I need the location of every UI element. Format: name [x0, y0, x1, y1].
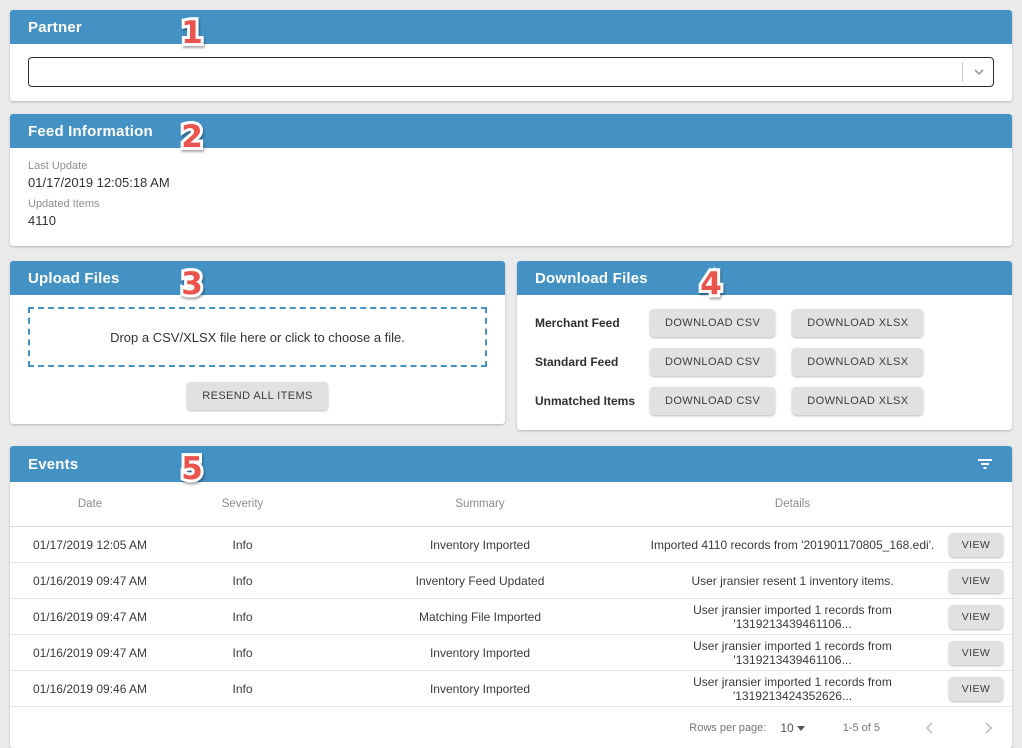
file-dropzone[interactable]: Drop a CSV/XLSX file here or click to ch…: [28, 307, 487, 367]
view-button[interactable]: VIEW: [949, 533, 1003, 557]
rows-per-page-select[interactable]: 10: [780, 721, 804, 735]
unmatched-items-download-csv-button[interactable]: DOWNLOAD CSV: [650, 387, 775, 415]
partner-panel: Partner 1: [10, 10, 1012, 101]
resend-all-items-button[interactable]: RESEND ALL ITEMS: [187, 382, 328, 410]
merchant-feed-download-csv-button[interactable]: DOWNLOAD CSV: [650, 309, 775, 337]
column-header-summary: Summary: [315, 498, 645, 510]
event-severity: Info: [170, 610, 315, 624]
event-date: 01/17/2019 12:05 AM: [10, 538, 170, 552]
column-header-severity: Severity: [170, 498, 315, 510]
partner-combobox-input[interactable]: [39, 65, 962, 80]
upload-files-title: Upload Files: [28, 270, 120, 287]
event-details: User jransier resent 1 inventory items.: [645, 574, 940, 588]
last-update-label: Last Update: [28, 160, 994, 172]
event-date: 01/16/2019 09:47 AM: [10, 646, 170, 660]
event-summary: Inventory Imported: [315, 538, 645, 552]
event-date: 01/16/2019 09:47 AM: [10, 610, 170, 624]
last-update-value: 01/17/2019 12:05:18 AM: [28, 175, 994, 190]
previous-page-icon[interactable]: [922, 720, 938, 736]
partner-panel-header: Partner 1: [10, 10, 1012, 44]
event-details: User jransier imported 1 records from '1…: [645, 675, 940, 703]
merchant-feed-download-xlsx-button[interactable]: DOWNLOAD XLSX: [792, 309, 923, 337]
events-panel: Events 5 Date Severity Summary Details 0…: [10, 446, 1012, 748]
feed-information-title: Feed Information: [28, 123, 153, 140]
view-button[interactable]: VIEW: [949, 677, 1003, 701]
event-severity: Info: [170, 574, 315, 588]
rows-per-page-label: Rows per page:: [689, 722, 766, 734]
download-files-panel: Download Files 4 Merchant Feed DOWNLOAD …: [517, 261, 1012, 430]
download-row-standard-feed: Standard Feed DOWNLOAD CSV DOWNLOAD XLSX: [535, 342, 994, 381]
caret-down-icon: [797, 726, 805, 731]
event-details: Imported 4110 records from '201901170805…: [645, 538, 940, 552]
event-severity: Info: [170, 682, 315, 696]
table-row: 01/17/2019 12:05 AM Info Inventory Impor…: [10, 527, 1012, 563]
event-details: User jransier imported 1 records from '1…: [645, 639, 940, 667]
updated-items-label: Updated Items: [28, 198, 994, 210]
standard-feed-label: Standard Feed: [535, 355, 650, 369]
standard-feed-download-xlsx-button[interactable]: DOWNLOAD XLSX: [792, 348, 923, 376]
events-title: Events: [28, 456, 78, 473]
feed-information-panel: Feed Information 2 Last Update 01/17/201…: [10, 114, 1012, 246]
feed-information-body: Last Update 01/17/2019 12:05:18 AM Updat…: [10, 148, 1012, 246]
download-files-header: Download Files 4: [517, 261, 1012, 295]
view-button[interactable]: VIEW: [949, 605, 1003, 629]
event-date: 01/16/2019 09:46 AM: [10, 682, 170, 696]
updated-items-value: 4110: [28, 213, 994, 228]
dropzone-text: Drop a CSV/XLSX file here or click to ch…: [110, 330, 405, 345]
event-summary: Inventory Feed Updated: [315, 574, 645, 588]
pagination-range: 1-5 of 5: [843, 722, 880, 734]
partner-panel-title: Partner: [28, 19, 82, 36]
column-header-date: Date: [10, 498, 170, 510]
table-row: 01/16/2019 09:47 AM Info Inventory Feed …: [10, 563, 1012, 599]
combobox-divider: [962, 62, 963, 82]
download-row-merchant-feed: Merchant Feed DOWNLOAD CSV DOWNLOAD XLSX: [535, 303, 994, 342]
events-header: Events 5: [10, 446, 1012, 482]
unmatched-items-download-xlsx-button[interactable]: DOWNLOAD XLSX: [792, 387, 923, 415]
download-row-unmatched-items: Unmatched Items DOWNLOAD CSV DOWNLOAD XL…: [535, 381, 994, 420]
filter-list-icon[interactable]: [976, 457, 994, 471]
view-button[interactable]: VIEW: [949, 641, 1003, 665]
event-severity: Info: [170, 646, 315, 660]
svg-text:5: 5: [181, 451, 203, 487]
event-summary: Inventory Imported: [315, 682, 645, 696]
table-row: 01/16/2019 09:46 AM Info Inventory Impor…: [10, 671, 1012, 707]
merchant-feed-label: Merchant Feed: [535, 316, 650, 330]
pagination-bar: Rows per page: 10 1-5 of 5: [10, 707, 1012, 748]
event-summary: Matching File Imported: [315, 610, 645, 624]
column-header-details: Details: [645, 498, 940, 510]
feed-information-header: Feed Information 2: [10, 114, 1012, 148]
event-details: User jransier imported 1 records from '1…: [645, 603, 940, 631]
events-table-header: Date Severity Summary Details: [10, 482, 1012, 527]
partner-combobox[interactable]: [28, 57, 994, 87]
upload-files-body: Drop a CSV/XLSX file here or click to ch…: [10, 295, 505, 424]
view-button[interactable]: VIEW: [949, 569, 1003, 593]
unmatched-items-label: Unmatched Items: [535, 394, 650, 408]
next-page-icon[interactable]: [980, 720, 996, 736]
event-severity: Info: [170, 538, 315, 552]
download-files-body: Merchant Feed DOWNLOAD CSV DOWNLOAD XLSX…: [517, 295, 1012, 430]
standard-feed-download-csv-button[interactable]: DOWNLOAD CSV: [650, 348, 775, 376]
chevron-down-icon[interactable]: [971, 64, 987, 80]
event-date: 01/16/2019 09:47 AM: [10, 574, 170, 588]
table-row: 01/16/2019 09:47 AM Info Matching File I…: [10, 599, 1012, 635]
upload-files-panel: Upload Files 3 Drop a CSV/XLSX file here…: [10, 261, 505, 424]
table-row: 01/16/2019 09:47 AM Info Inventory Impor…: [10, 635, 1012, 671]
event-summary: Inventory Imported: [315, 646, 645, 660]
upload-files-header: Upload Files 3: [10, 261, 505, 295]
partner-panel-body: [10, 44, 1012, 101]
download-files-title: Download Files: [535, 270, 648, 287]
